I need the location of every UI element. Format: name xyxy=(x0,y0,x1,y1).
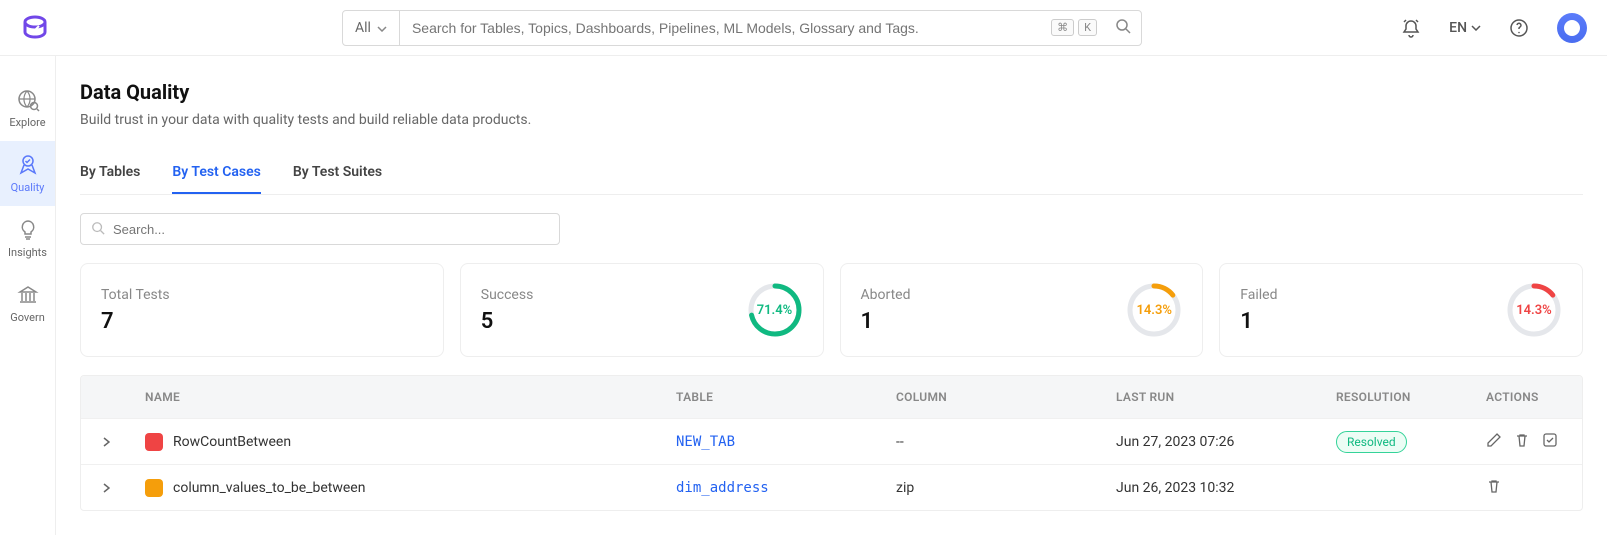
user-avatar[interactable] xyxy=(1557,13,1587,43)
col-last-run: LAST RUN xyxy=(1102,390,1322,404)
failed-ring: 14.3% xyxy=(1506,282,1562,338)
cell-actions: Jun 27, 2023 07:42 by teddy xyxy=(1472,478,1582,498)
cell-name: column_values_to_be_between xyxy=(131,479,662,497)
stat-value: 7 xyxy=(101,309,170,334)
language-selector[interactable]: EN xyxy=(1441,20,1489,36)
stat-success: Success 5 71.4% xyxy=(460,263,824,357)
expand-icon[interactable] xyxy=(88,483,124,493)
table-link[interactable]: dim_address xyxy=(676,480,769,496)
sidebar-item-govern[interactable]: Govern xyxy=(0,271,55,336)
ring-pct: 14.3% xyxy=(1126,282,1182,338)
help-icon[interactable] xyxy=(1501,18,1537,38)
resolve-icon[interactable] xyxy=(1542,432,1558,452)
keyboard-shortcut-hint: ⌘ K xyxy=(1051,19,1105,36)
ring-pct: 71.4% xyxy=(747,282,803,338)
globe-icon xyxy=(16,88,40,112)
stat-total-tests: Total Tests 7 xyxy=(80,263,444,357)
global-search: All ⌘ K xyxy=(342,10,1142,46)
success-ring: 71.4% xyxy=(747,282,803,338)
app-logo[interactable] xyxy=(20,13,50,43)
cell-column: zip xyxy=(882,480,1102,496)
status-indicator xyxy=(145,433,163,451)
global-search-input[interactable] xyxy=(400,11,1051,45)
sidebar-label: Quality xyxy=(11,181,45,194)
status-indicator xyxy=(145,479,163,497)
sidebar-label: Insights xyxy=(8,246,47,259)
stats-row: Total Tests 7 Success 5 71.4% Aborted 1 xyxy=(80,263,1583,357)
sidebar-item-explore[interactable]: Explore xyxy=(0,76,55,141)
kbd-key: K xyxy=(1078,19,1097,36)
tab-by-test-suites[interactable]: By Test Suites xyxy=(293,156,382,194)
stat-failed: Failed 1 14.3% xyxy=(1219,263,1583,357)
stat-label: Failed xyxy=(1240,287,1277,303)
language-label: EN xyxy=(1449,20,1467,36)
col-resolution: RESOLUTION xyxy=(1322,390,1472,404)
main-layout: Explore Quality Insights Govern Data Qua… xyxy=(0,56,1607,535)
search-filter-dropdown[interactable]: All xyxy=(343,11,400,45)
table-row: RowCountBetween NEW_TAB -- Jun 27, 2023 … xyxy=(81,418,1582,464)
stat-label: Success xyxy=(481,287,534,303)
cell-table: dim_address xyxy=(662,480,882,496)
tab-by-test-cases[interactable]: By Test Cases xyxy=(172,156,260,194)
sidebar-item-quality[interactable]: Quality xyxy=(0,141,55,206)
main-content: Data Quality Build trust in your data wi… xyxy=(56,56,1607,535)
stat-value: 5 xyxy=(481,309,534,334)
stat-aborted: Aborted 1 14.3% xyxy=(840,263,1204,357)
delete-icon[interactable] xyxy=(1486,478,1502,498)
cell-last-run: Jun 26, 2023 10:32 xyxy=(1102,480,1322,496)
cell-last-run: Jun 27, 2023 07:26 xyxy=(1102,434,1322,450)
top-bar: All ⌘ K EN xyxy=(0,0,1607,56)
sidebar-item-insights[interactable]: Insights xyxy=(0,206,55,271)
col-actions: ACTIONS xyxy=(1472,390,1582,404)
stat-label: Total Tests xyxy=(101,287,170,303)
cell-table: NEW_TAB xyxy=(662,434,882,450)
stat-value: 1 xyxy=(861,309,911,334)
delete-icon[interactable] xyxy=(1514,432,1530,452)
resolution-badge: Resolved xyxy=(1336,431,1407,453)
quality-icon xyxy=(16,153,40,177)
search-icon xyxy=(91,220,113,239)
sidebar-label: Explore xyxy=(9,116,45,129)
col-column: COLUMN xyxy=(882,390,1102,404)
test-name: RowCountBetween xyxy=(173,434,291,450)
table-link[interactable]: NEW_TAB xyxy=(676,434,735,450)
expand-icon[interactable] xyxy=(88,437,124,447)
govern-icon xyxy=(16,283,40,307)
cell-column: -- xyxy=(882,434,1102,450)
cell-actions xyxy=(1472,432,1582,452)
sidebar: Explore Quality Insights Govern xyxy=(0,56,56,535)
bulb-icon xyxy=(16,218,40,242)
table-header: NAME TABLE COLUMN LAST RUN RESOLUTION AC… xyxy=(81,376,1582,418)
search-icon[interactable] xyxy=(1105,18,1141,38)
col-table: TABLE xyxy=(662,390,882,404)
col-name: NAME xyxy=(131,390,662,404)
cell-resolution: Resolved xyxy=(1322,431,1472,453)
kbd-modifier: ⌘ xyxy=(1051,19,1074,36)
test-search xyxy=(80,213,560,245)
aborted-ring: 14.3% xyxy=(1126,282,1182,338)
test-search-input[interactable] xyxy=(113,222,549,237)
search-filter-label: All xyxy=(355,20,371,36)
notifications-icon[interactable] xyxy=(1393,18,1429,38)
table-row: column_values_to_be_between dim_address … xyxy=(81,464,1582,510)
stat-value: 1 xyxy=(1240,309,1277,334)
sidebar-label: Govern xyxy=(10,311,45,324)
tab-by-tables[interactable]: By Tables xyxy=(80,156,140,194)
chevron-down-icon xyxy=(377,20,387,36)
ring-pct: 14.3% xyxy=(1506,282,1562,338)
view-tabs: By Tables By Test Cases By Test Suites xyxy=(80,156,1583,195)
test-name: column_values_to_be_between xyxy=(173,480,365,496)
filter-row xyxy=(80,213,1583,245)
stat-label: Aborted xyxy=(861,287,911,303)
cell-name: RowCountBetween xyxy=(131,433,662,451)
edit-icon[interactable] xyxy=(1486,432,1502,452)
test-cases-table: NAME TABLE COLUMN LAST RUN RESOLUTION AC… xyxy=(80,375,1583,511)
page-subtitle: Build trust in your data with quality te… xyxy=(80,112,1583,128)
page-title: Data Quality xyxy=(80,80,1583,104)
